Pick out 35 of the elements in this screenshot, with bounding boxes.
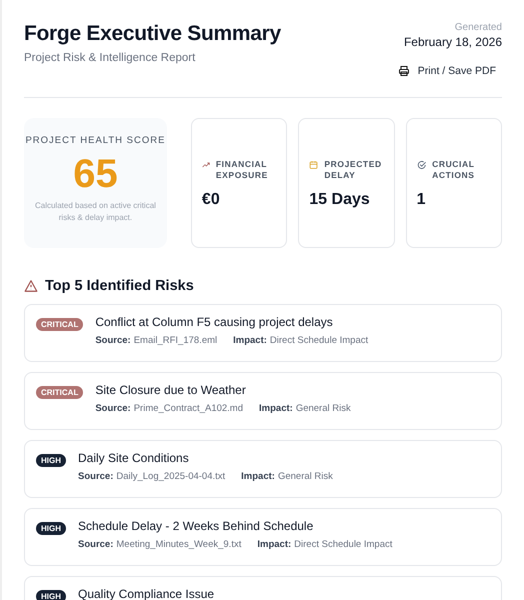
risk-title: Schedule Delay - 2 Weeks Behind Schedule bbox=[78, 519, 314, 533]
risk-title: Daily Site Conditions bbox=[78, 451, 190, 465]
severity-badge: CRITICAL bbox=[36, 386, 84, 399]
severity-badge: HIGH bbox=[36, 454, 66, 467]
risk-impact: Impact: General Risk bbox=[241, 471, 333, 482]
risk-source: Source: Prime_Contract_A102.md bbox=[95, 403, 244, 414]
stat-value: 1 bbox=[416, 191, 427, 209]
health-score-note: Calculated based on active critical risks & delay impact. bbox=[34, 200, 157, 224]
severity-badge: HIGH bbox=[36, 522, 66, 535]
health-score-label: PROJECT HEALTH SCORE bbox=[25, 134, 166, 148]
risk-source: Source: Email_RFI_178.eml bbox=[95, 335, 218, 346]
report-title: Forge Executive Summary bbox=[24, 22, 281, 46]
health-score-value: 65 bbox=[73, 152, 118, 196]
stat-label: CRUCIAL ACTIONS bbox=[432, 159, 476, 181]
printer-icon bbox=[398, 65, 410, 77]
stat-label: FINANCIAL EXPOSURE bbox=[216, 159, 269, 181]
severity-badge: HIGH bbox=[36, 590, 66, 600]
risk-impact: Impact: Direct Schedule Impact bbox=[257, 539, 392, 550]
risk-title: Site Closure due to Weather bbox=[95, 383, 247, 397]
report-subtitle: Project Risk & Intelligence Report bbox=[24, 52, 196, 64]
check-circle-icon bbox=[416, 159, 426, 171]
warning-icon bbox=[24, 279, 38, 293]
stat-label: PROJECTED DELAY bbox=[324, 159, 383, 181]
stat-value: €0 bbox=[202, 191, 221, 209]
risk-title: Conflict at Column F5 causing project delays bbox=[95, 315, 334, 329]
generated-label: Generated bbox=[454, 22, 502, 33]
risk-impact: Impact: Direct Schedule Impact bbox=[233, 335, 368, 346]
calendar-icon bbox=[309, 159, 318, 171]
stat-value: 15 Days bbox=[309, 191, 371, 209]
risk-source: Source: Meeting_Minutes_Week_9.txt bbox=[78, 539, 242, 550]
risk-source: Source: Daily_Log_2025-04-04.txt bbox=[78, 471, 226, 482]
risk-impact: Impact: General Risk bbox=[259, 403, 351, 414]
risks-heading: Top 5 Identified Risks bbox=[45, 278, 194, 294]
severity-badge: CRITICAL bbox=[36, 318, 84, 331]
generated-date: February 18, 2026 bbox=[404, 35, 502, 49]
